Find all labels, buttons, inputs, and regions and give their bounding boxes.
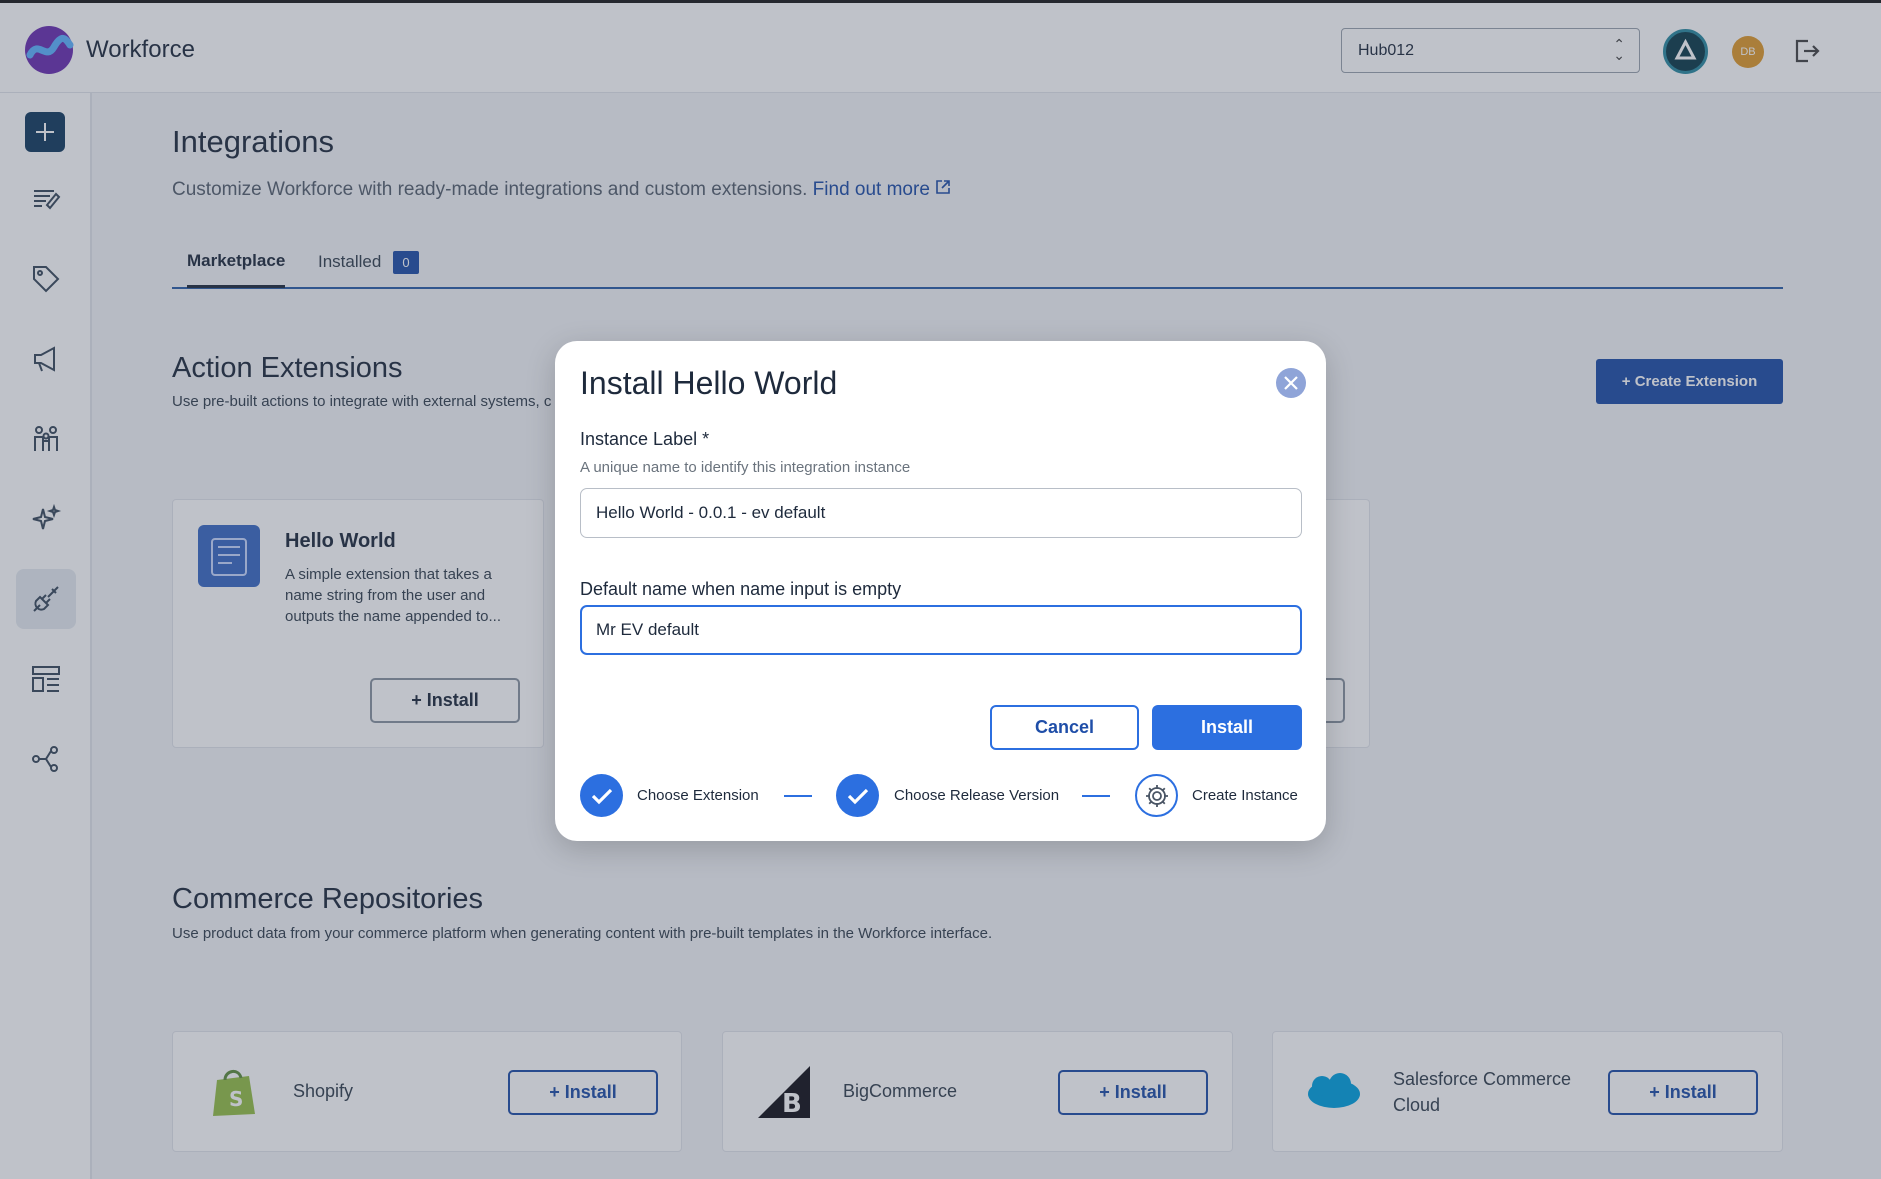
instance-label-input[interactable] [580,488,1302,538]
step-connector [1082,795,1110,797]
close-icon [1284,376,1298,390]
close-button[interactable] [1276,368,1306,398]
modal-title: Install Hello World [580,365,838,401]
default-name-label: Default name when name input is empty [580,579,902,599]
install-modal: Install Hello World Instance Label * A u… [555,341,1326,841]
step-choose-extension-indicator [580,774,623,817]
default-name-input[interactable] [580,605,1302,655]
checkmark-icon [591,788,612,804]
step-choose-release-label: Choose Release Version [894,787,1060,804]
install-button[interactable]: Install [1152,705,1302,750]
step-create-instance-label: Create Instance [1192,787,1298,804]
gear-icon [1145,784,1168,807]
step-choose-release-indicator [836,774,879,817]
cancel-button[interactable]: Cancel [990,705,1139,750]
step-create-instance-indicator [1135,774,1178,817]
checkmark-icon [847,788,868,804]
instance-label-help: A unique name to identify this integrati… [580,459,911,476]
step-connector [784,795,812,797]
step-choose-extension-label: Choose Extension [637,787,759,804]
instance-label-label: Instance Label * [580,429,710,449]
